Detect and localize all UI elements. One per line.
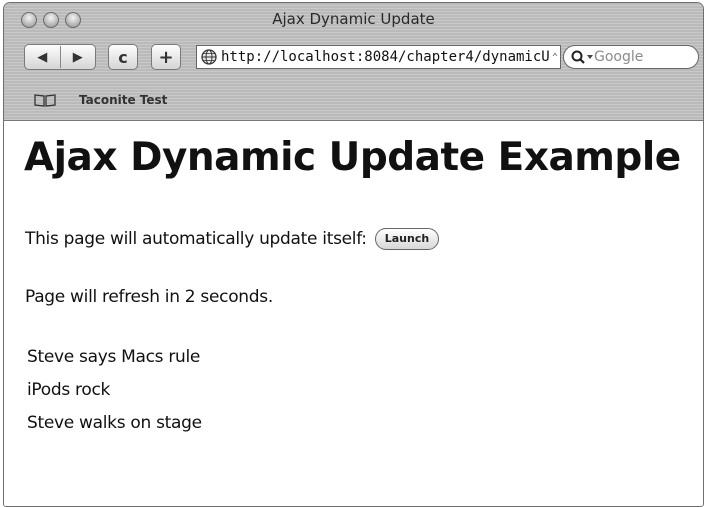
refresh-status: Page will refresh in 2 seconds. <box>25 287 273 307</box>
launch-button[interactable]: Launch <box>374 228 440 250</box>
bookmark-item-taconite-test[interactable]: Taconite Test <box>79 93 167 107</box>
message-list: Steve says Macs rule iPods rock Steve wa… <box>27 345 202 444</box>
list-item: Steve says Macs rule <box>27 347 201 367</box>
back-button[interactable]: ◀ <box>25 50 60 65</box>
title-bar: Ajax Dynamic Update <box>4 3 703 37</box>
open-book-icon[interactable] <box>34 93 56 107</box>
intro-text: This page will automatically update itse… <box>25 229 367 249</box>
back-forward-control: ◀ ▶ <box>24 44 96 70</box>
window-title: Ajax Dynamic Update <box>272 10 435 28</box>
globe-icon <box>201 49 217 65</box>
list-item: iPods rock <box>27 380 111 400</box>
address-bar[interactable]: http://localhost:8084/chapter4/dynamicU … <box>196 45 561 69</box>
search-placeholder: Google <box>594 49 644 65</box>
snapback-icon[interactable]: ⌃ <box>550 52 560 63</box>
browser-window: Ajax Dynamic Update ◀ ▶ c + http://local… <box>3 2 704 507</box>
browser-chrome: Ajax Dynamic Update ◀ ▶ c + http://local… <box>4 3 703 121</box>
url-text: http://localhost:8084/chapter4/dynamicU <box>221 49 550 65</box>
intro-line: This page will automatically update itse… <box>25 228 440 250</box>
page-heading: Ajax Dynamic Update Example <box>24 135 681 180</box>
search-field[interactable]: Google <box>563 45 699 69</box>
add-bookmark-button[interactable]: + <box>151 44 181 70</box>
forward-button[interactable]: ▶ <box>61 50 96 65</box>
bookmarks-bar: Taconite Test <box>4 87 703 115</box>
page-content: Ajax Dynamic Update Example This page wi… <box>4 121 703 506</box>
reload-button[interactable]: c <box>108 44 138 70</box>
list-item: Steve walks on stage <box>27 413 202 433</box>
browser-toolbar: ◀ ▶ c + http://localhost:8084/chapter4/d… <box>4 39 703 77</box>
magnifier-icon[interactable] <box>570 49 594 65</box>
